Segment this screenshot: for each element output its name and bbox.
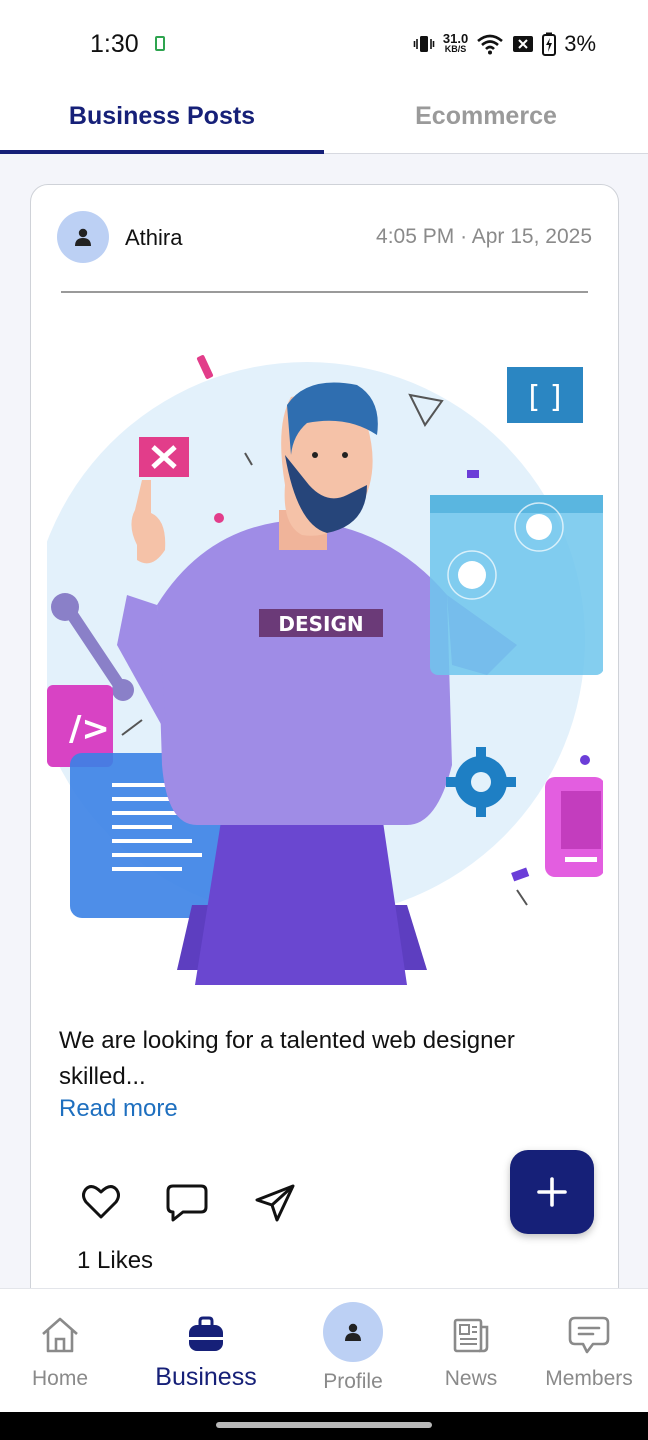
post-timestamp: 4:05 PM · Apr 15, 2025 xyxy=(376,225,592,248)
newspaper-icon xyxy=(453,1318,489,1353)
like-heart-icon[interactable] xyxy=(79,1180,123,1224)
battery-saver-icon xyxy=(155,36,165,51)
briefcase-icon xyxy=(189,1316,223,1351)
tab-ecommerce[interactable]: Ecommerce xyxy=(324,80,648,153)
tab-bar: Business Posts Ecommerce xyxy=(0,80,648,154)
status-icons: 31.0 KB/S 3% xyxy=(413,28,596,60)
add-post-button[interactable] xyxy=(510,1150,594,1234)
wifi-icon xyxy=(477,34,504,55)
home-icon xyxy=(42,1317,78,1353)
svg-text:[ ]: [ ] xyxy=(529,380,562,415)
person-icon xyxy=(345,1323,361,1341)
battery-percent: 3% xyxy=(564,31,596,56)
tab-business-posts[interactable]: Business Posts xyxy=(0,80,324,154)
person-icon xyxy=(75,228,91,246)
no-sim-icon xyxy=(513,36,534,52)
chat-icon xyxy=(568,1316,610,1354)
nav-home-label: Home xyxy=(31,1367,89,1390)
nav-profile[interactable]: Profile xyxy=(293,1289,413,1413)
net-speed-value: 31.0 xyxy=(442,31,469,46)
nav-members-label: Members xyxy=(545,1367,633,1390)
profile-icon xyxy=(323,1302,383,1362)
design-badge-text: DESIGN xyxy=(278,612,363,636)
nav-news-label: News xyxy=(444,1367,498,1390)
net-speed: 31.0 KB/S xyxy=(442,31,469,54)
plus-icon xyxy=(537,1177,567,1207)
net-speed-unit: KB/S xyxy=(444,44,467,54)
system-gesture-bar xyxy=(0,1412,648,1440)
nav-business-label: Business xyxy=(155,1363,257,1391)
bottom-nav: Home Business Profile News Members xyxy=(0,1288,648,1412)
nav-business[interactable]: Business xyxy=(146,1289,266,1413)
nav-news[interactable]: News xyxy=(411,1289,531,1413)
post-image[interactable]: [ ] /> DESIGN xyxy=(47,345,603,985)
home-gesture-handle[interactable] xyxy=(216,1422,432,1428)
post-author-name[interactable]: Athira xyxy=(125,225,182,251)
svg-text:/>: /> xyxy=(69,709,110,749)
battery-icon xyxy=(542,32,557,56)
nav-members[interactable]: Members xyxy=(529,1289,648,1413)
nav-home[interactable]: Home xyxy=(0,1289,120,1413)
post-divider xyxy=(61,291,588,293)
status-time: 1:30 xyxy=(90,30,139,58)
nav-profile-label: Profile xyxy=(323,1370,383,1393)
comment-icon[interactable] xyxy=(165,1180,209,1224)
share-send-icon[interactable] xyxy=(253,1180,297,1224)
status-bar: 1:30 31.0 KB/S 3% xyxy=(0,0,648,80)
read-more-link[interactable]: Read more xyxy=(59,1095,178,1123)
vibrate-icon xyxy=(413,36,435,52)
post-author-avatar[interactable] xyxy=(57,211,109,263)
likes-count: 1 Likes xyxy=(77,1247,154,1274)
post-body: We are looking for a talented web design… xyxy=(59,1027,515,1090)
